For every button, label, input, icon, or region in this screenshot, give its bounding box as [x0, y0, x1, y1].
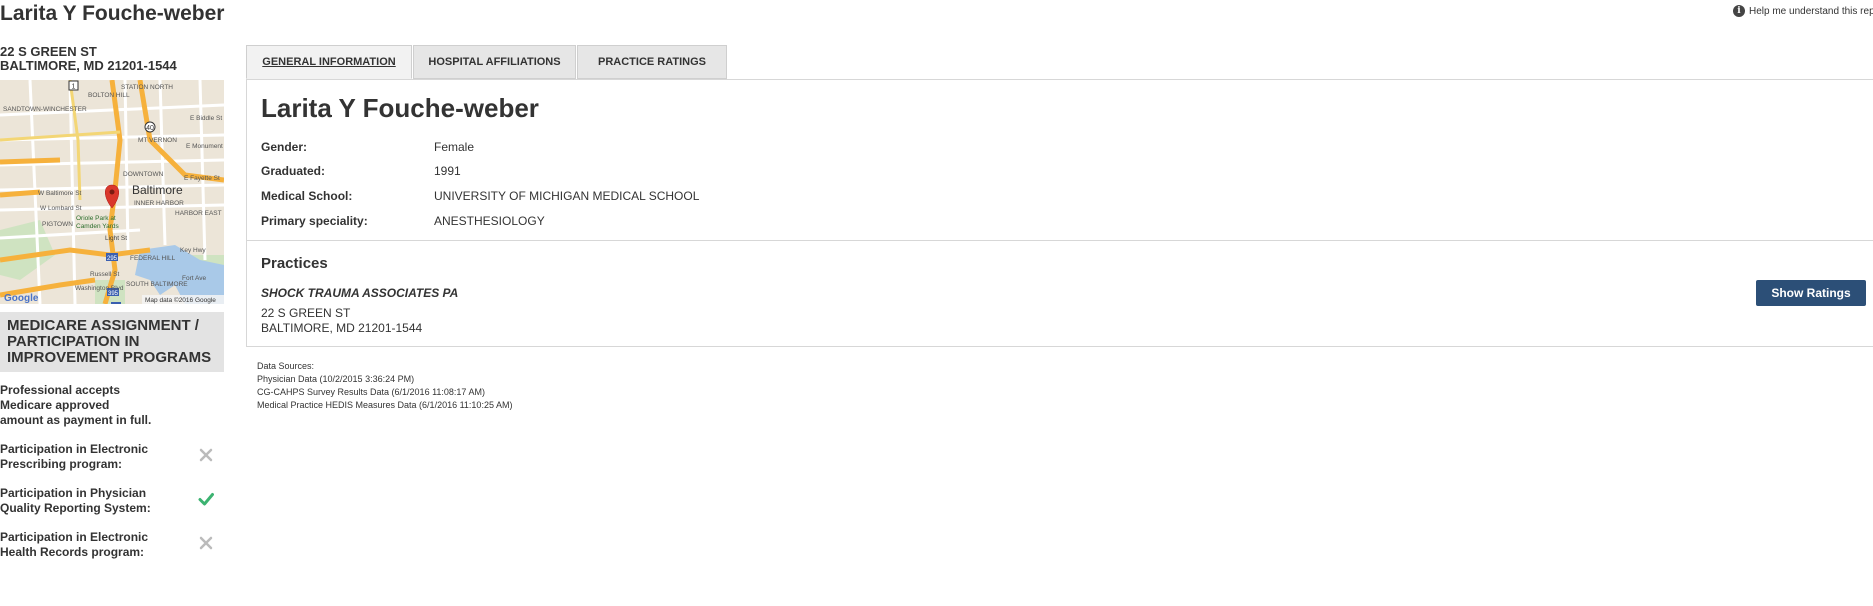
info-value: ANESTHESIOLOGY	[434, 214, 545, 228]
practices-heading: Practices	[261, 255, 328, 272]
svg-text:Light St: Light St	[105, 235, 127, 242]
svg-text:SOUTH BALTIMORE: SOUTH BALTIMORE	[126, 281, 188, 288]
provider-sidebar: 22 S GREEN ST BALTIMORE, MD 21201-1544 4…	[0, 45, 224, 559]
svg-text:40: 40	[146, 125, 154, 132]
info-value: Female	[434, 140, 475, 154]
program-pqrs: Participation in Physician Quality Repor…	[0, 486, 224, 518]
data-sources-title: Data Sources:	[257, 361, 315, 371]
tab-practice-ratings[interactable]: PRACTICE RATINGS	[577, 45, 727, 79]
x-icon	[199, 536, 213, 550]
program-electronic-prescribing: Participation in Electronic Prescribing …	[0, 442, 224, 474]
svg-text:INNER HARBOR: INNER HARBOR	[134, 200, 184, 207]
x-icon	[199, 448, 213, 462]
tab-general-information[interactable]: GENERAL INFORMATION	[246, 45, 412, 79]
program-label: Participation in Electronic Health Recor…	[0, 530, 149, 559]
svg-text:Fort Ave: Fort Ave	[182, 275, 206, 282]
info-value: UNIVERSITY OF MICHIGAN MEDICAL SCHOOL	[434, 189, 700, 203]
provider-name: Larita Y Fouche-weber	[261, 93, 539, 123]
profile-tabs: GENERAL INFORMATION HOSPITAL AFFILIATION…	[246, 45, 728, 79]
svg-text:W Lombard St: W Lombard St	[40, 205, 82, 212]
info-label: Graduated:	[261, 164, 326, 178]
svg-text:Key Hwy: Key Hwy	[180, 247, 206, 254]
info-value: 1991	[434, 164, 461, 178]
tab-hospital-affiliations[interactable]: HOSPITAL AFFILIATIONS	[413, 45, 576, 79]
section-divider	[247, 240, 1873, 241]
data-sources: Data Sources: Physician Data (10/2/2015 …	[257, 360, 512, 412]
practice-name: SHOCK TRAUMA ASSOCIATES PA	[261, 286, 459, 300]
info-label: Medical School:	[261, 189, 353, 203]
svg-text:Camden Yards: Camden Yards	[76, 223, 120, 230]
svg-text:Washington Blvd: Washington Blvd	[75, 285, 124, 292]
practice-address-line-1: 22 S GREEN ST	[261, 306, 351, 320]
program-label: Participation in Electronic Prescribing …	[0, 442, 149, 471]
svg-text:Google: Google	[4, 293, 39, 304]
data-source-line: Medical Practice HEDIS Measures Data (6/…	[257, 400, 513, 410]
location-map[interactable]: 40 1 295 395 STATION NORTH BOLTON HILL S…	[0, 80, 224, 304]
svg-text:PIGTOWN: PIGTOWN	[42, 221, 73, 228]
help-link-text: Help me understand this report	[1749, 5, 1873, 17]
data-source-line: CG-CAHPS Survey Results Data (6/1/2016 1…	[257, 387, 485, 397]
svg-text:E Fayette St: E Fayette St	[184, 175, 220, 182]
info-label: Gender:	[261, 140, 308, 154]
svg-text:SANDTOWN-WINCHESTER: SANDTOWN-WINCHESTER	[3, 106, 87, 113]
svg-text:FEDERAL HILL: FEDERAL HILL	[130, 255, 176, 262]
svg-text:BOLTON HILL: BOLTON HILL	[88, 92, 130, 99]
svg-text:Russell St: Russell St	[90, 271, 119, 278]
svg-text:E Biddle St: E Biddle St	[190, 115, 222, 122]
practice-address-line-2: BALTIMORE, MD 21201-1544	[261, 321, 423, 335]
address-line-2: BALTIMORE, MD 21201-1544	[0, 58, 177, 73]
svg-text:STATION NORTH: STATION NORTH	[121, 84, 173, 91]
svg-text:MT VERNON: MT VERNON	[138, 137, 177, 144]
svg-text:DOWNTOWN: DOWNTOWN	[123, 171, 164, 178]
svg-text:Oriole Park at: Oriole Park at	[76, 215, 116, 222]
help-link[interactable]: i Help me understand this report	[1733, 5, 1873, 17]
data-source-line: Physician Data (10/2/2015 3:36:24 PM)	[257, 374, 415, 384]
medicare-heading: MEDICARE ASSIGNMENT / PARTICIPATION IN I…	[0, 312, 224, 372]
svg-text:E Monument St: E Monument St	[186, 143, 224, 150]
medicare-accepts-text: Professional accepts Medicare approved a…	[0, 383, 152, 427]
svg-text:HARBOR EAST: HARBOR EAST	[175, 210, 222, 217]
svg-text:295: 295	[107, 256, 118, 262]
svg-text:Map data ©2016 Google: Map data ©2016 Google	[145, 296, 216, 304]
info-label: Primary speciality:	[261, 214, 368, 228]
provider-address: 22 S GREEN ST BALTIMORE, MD 21201-1544	[0, 45, 224, 73]
program-electronic-health-records: Participation in Electronic Health Recor…	[0, 530, 224, 562]
show-ratings-button[interactable]: Show Ratings	[1756, 280, 1866, 306]
program-label: Participation in Physician Quality Repor…	[0, 486, 151, 515]
address-line-1: 22 S GREEN ST	[0, 44, 97, 59]
page-title: Larita Y Fouche-weber	[0, 2, 225, 25]
map-city-label: Baltimore	[132, 183, 183, 197]
svg-text:W Baltimore St: W Baltimore St	[38, 190, 82, 197]
check-icon	[198, 493, 214, 506]
svg-text:1: 1	[72, 84, 76, 91]
practice-address: 22 S GREEN ST BALTIMORE, MD 21201-1544	[261, 306, 422, 336]
info-icon: i	[1733, 5, 1745, 17]
